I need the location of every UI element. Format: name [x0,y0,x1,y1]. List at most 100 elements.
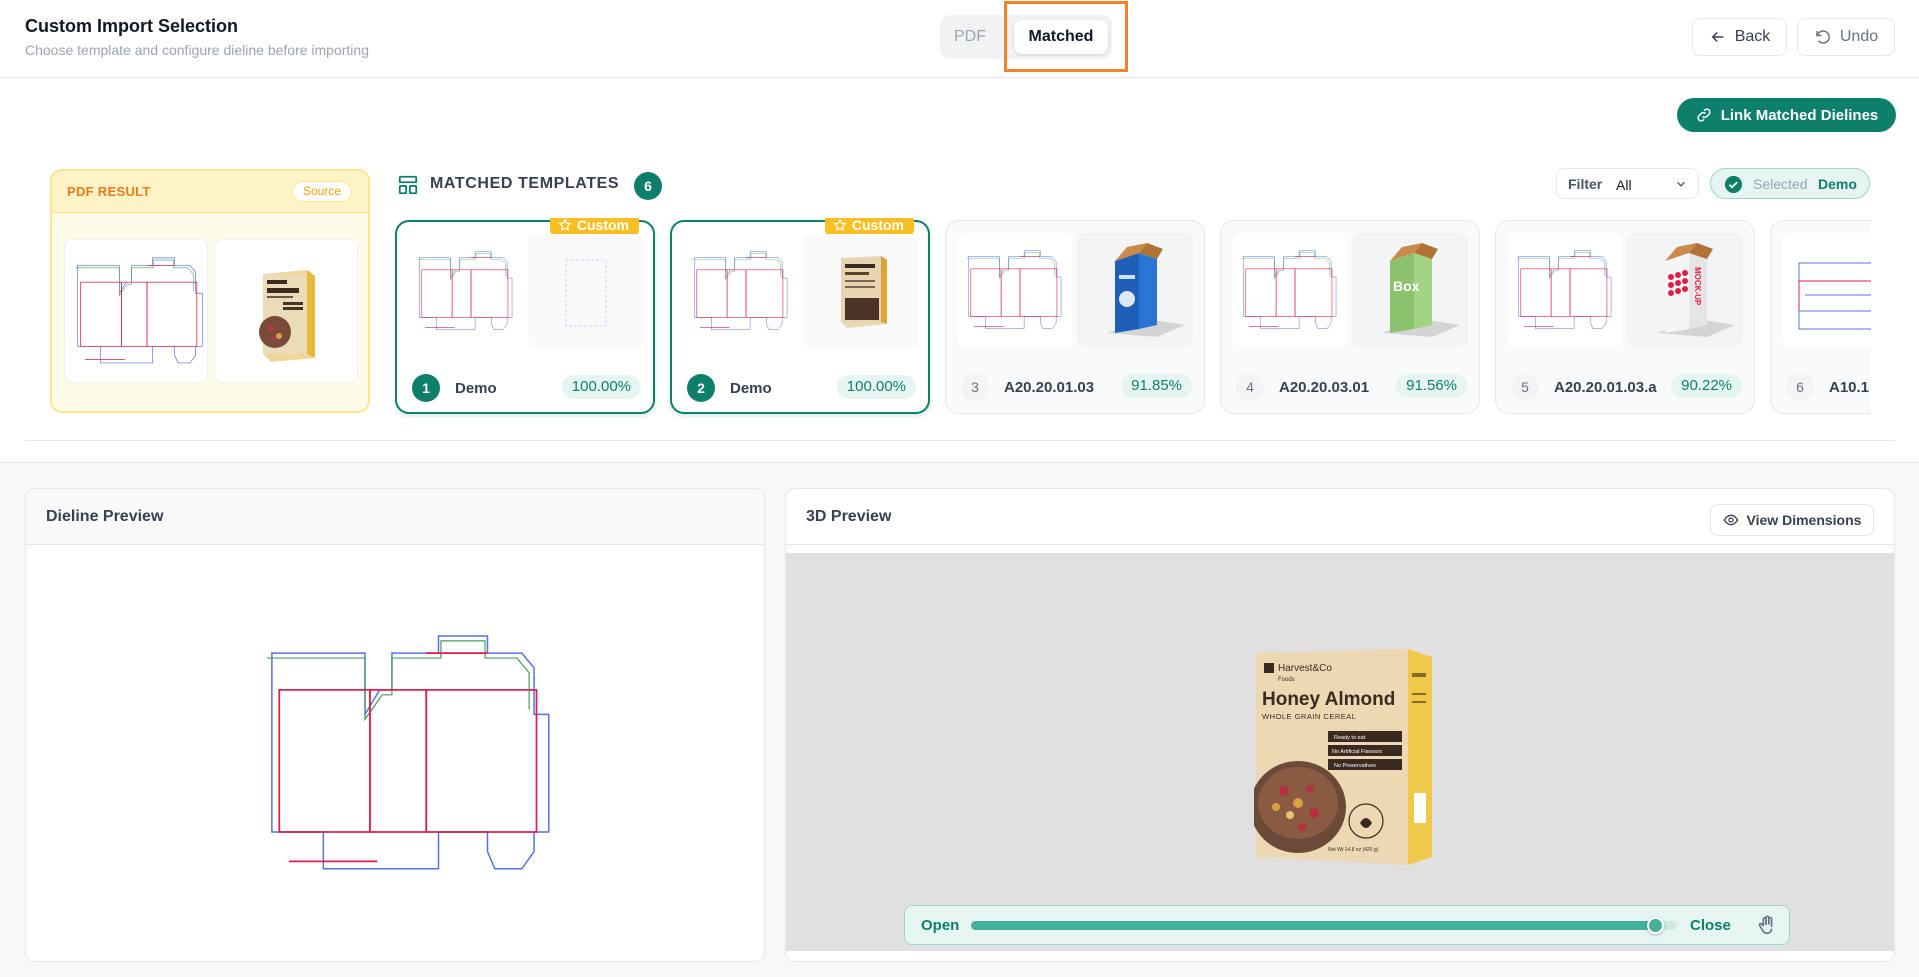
header: Custom Import Selection Choose template … [0,0,1919,78]
filter-select[interactable]: Filter All [1556,168,1699,199]
fold-slider-bar: Open Close [904,905,1790,945]
template-card[interactable]: Box 4 A20.20.03.01 91.56% [1220,220,1480,414]
dieline-drawing [1516,250,1612,330]
template-rank: 3 [961,373,989,401]
matched-templates-label: MATCHED TEMPLATES [430,175,620,192]
fold-slider-handle[interactable] [1647,917,1665,934]
product-brand: Harvest&Co [1278,663,1332,674]
link-icon [1697,108,1711,122]
pdf-result-header: PDF RESULT Source [52,171,368,213]
product-badge: Ready to eat [1334,735,1366,741]
selected-value: Demo [1818,176,1857,192]
dieline-drawing [74,257,203,364]
template-dieline-thumb [1233,233,1347,347]
filter-value: All [1616,177,1632,193]
match-score: 91.56% [1396,374,1467,398]
template-name: A10.1 [1829,379,1870,396]
view-dimensions-label: View Dimensions [1746,512,1862,528]
template-card[interactable]: 3 A20.20.01.03 91.85% [945,220,1205,414]
undo-label: Undo [1839,28,1879,45]
template-rank: 1 [412,374,440,402]
hand-icon[interactable] [1756,914,1778,936]
pdf-result-card[interactable]: PDF RESULT Source [50,169,370,413]
blank-box-outline [565,259,607,327]
template-dieline-thumb [1783,233,1871,347]
undo-button[interactable]: Undo [1797,18,1895,56]
template-card[interactable]: Custom 2 Demo 100.00% [670,218,930,414]
dieline-drawing [692,251,788,331]
selected-pill: Selected Demo [1710,168,1870,199]
fold-slider-fill [971,921,1656,930]
box-product-text: Box [1393,278,1420,294]
template-card[interactable]: 6 A10.1 [1770,220,1871,414]
template-name: A20.20.01.03 [1004,379,1095,396]
product-tagline: WHOLE GRAIN CEREAL [1262,712,1356,721]
chevron-down-icon [1677,181,1685,187]
match-score: 90.22% [1671,374,1742,398]
selected-label: Selected [1753,176,1808,192]
dieline-preview-header: Dieline Preview [26,489,764,545]
dieline-drawing [1241,250,1337,330]
template-rank: 5 [1511,373,1539,401]
undo-icon [1816,30,1830,44]
3d-preview-header: 3D Preview View Dimensions [786,489,1894,545]
cereal-box-image [259,270,315,362]
box-product-text: MOCK-UP [1693,267,1702,306]
blue-box-image [1107,243,1185,337]
dieline-canvas[interactable] [246,631,566,881]
star-icon [558,218,572,231]
template-name: Demo [455,380,497,397]
source-badge: Source [291,181,352,202]
template-product-thumb: Box [1352,233,1468,347]
tab-pdf[interactable]: PDF [954,28,986,46]
template-card[interactable]: Custom 1 Demo 100.00% [395,218,655,414]
fold-slider[interactable] [971,917,1677,934]
template-dieline-thumb [409,234,523,348]
template-dieline-thumb [1508,233,1622,347]
dieline-drawing [417,251,513,331]
view-dimensions-button[interactable]: View Dimensions [1710,504,1874,536]
dieline-drawing [966,250,1062,330]
filter-label: Filter [1568,176,1603,192]
dieline-drawing [1798,262,1871,330]
template-cards-carousel[interactable]: Custom 1 Demo 100.00% Custom 2 Demo 100.… [395,218,1871,418]
template-name: A20.20.03.01 [1279,379,1370,396]
cereal-box-image [841,256,887,328]
pdf-dieline-thumb [64,239,208,383]
3d-cereal-box: Harvest&Co Foods Honey Almond WHOLE GRAI… [1254,649,1432,865]
3d-preview-title: 3D Preview [806,508,892,525]
arrow-left-icon [1711,31,1723,43]
template-dieline-thumb [958,233,1072,347]
dieline-preview-panel: Dieline Preview [25,488,765,962]
eye-icon [1723,514,1738,526]
slider-close-label: Close [1690,917,1731,934]
product-net-weight: Net Wt 14.8 oz (420 g) [1328,847,1379,853]
template-rank: 2 [687,374,715,402]
template-name: A20.20.01.03.a [1554,379,1657,396]
template-rank: 6 [1786,373,1814,401]
template-product-thumb: MOCK-UP [1627,233,1743,347]
section-divider [25,440,1895,441]
link-label: Link Matched Dielines [1720,106,1879,124]
3d-stage[interactable]: Harvest&Co Foods Honey Almond WHOLE GRAI… [786,553,1894,951]
template-card[interactable]: MOCK-UP 5 A20.20.01.03.a 90.22% [1495,220,1755,414]
green-box-image: Box [1382,243,1460,337]
matched-count-badge: 6 [634,172,662,200]
link-matched-dielines-button[interactable]: Link Matched Dielines [1677,98,1896,132]
check-circle-icon [1725,176,1742,193]
star-icon [833,218,847,231]
product-brand-sub: Foods [1278,677,1295,683]
template-rank: 4 [1236,373,1264,401]
page-title: Custom Import Selection [25,16,239,36]
3d-preview-panel: 3D Preview View Dimensions Harvest&Co Fo… [785,488,1895,962]
template-dieline-thumb [684,234,798,348]
page-subtitle: Choose template and configure dieline be… [25,42,369,58]
template-product-thumb [528,234,644,348]
slider-open-label: Open [921,917,960,934]
pdf-result-label: PDF RESULT [67,184,151,199]
back-label: Back [1734,28,1771,45]
back-button[interactable]: Back [1692,18,1787,56]
pdf-product-thumb [214,239,358,383]
template-name: Demo [730,380,772,397]
match-score: 91.85% [1121,374,1192,398]
